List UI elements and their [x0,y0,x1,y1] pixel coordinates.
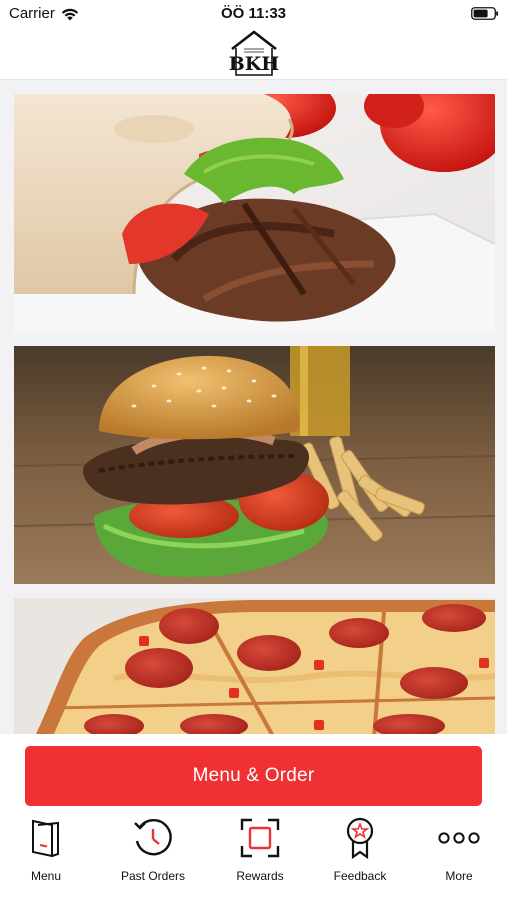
award-ribbon-icon [338,816,382,860]
tab-menu[interactable]: Menu [0,816,96,884]
rewards-frame-icon [238,816,282,860]
battery-icon [471,7,498,20]
tab-past-orders[interactable]: Past Orders [103,816,203,884]
status-bar: Carrier ÖÖ 11:33 [0,0,507,26]
tab-more[interactable]: More [409,816,507,884]
status-time: ÖÖ 11:33 [220,5,287,22]
tab-feedback[interactable]: Feedback [310,816,410,884]
history-clock-icon [131,816,175,860]
burger-image[interactable] [14,346,495,584]
menu-book-icon [24,816,68,860]
doner-wrap-image[interactable] [14,94,495,332]
pizza-image[interactable] [14,598,495,734]
logo-text: BKH [228,53,280,75]
tab-past-orders-label: Past Orders [120,869,186,883]
food-gallery[interactable] [0,80,507,734]
cta-area: Menu & Order [0,734,507,812]
menu-order-button[interactable]: Menu & Order [25,746,482,806]
tab-feedback-label: Feedback [333,869,387,883]
tab-menu-label: Menu [30,869,62,883]
more-dots-icon [437,816,481,860]
tab-rewards-label: Rewards [236,869,284,883]
tab-more-label: More [445,869,473,883]
tab-rewards[interactable]: Rewards [210,816,310,884]
brand-logo[interactable]: BKH [228,28,280,78]
bottom-tab-bar: Menu Past Orders Rewards Feedback More [0,812,507,900]
app-header: BKH [0,26,507,80]
